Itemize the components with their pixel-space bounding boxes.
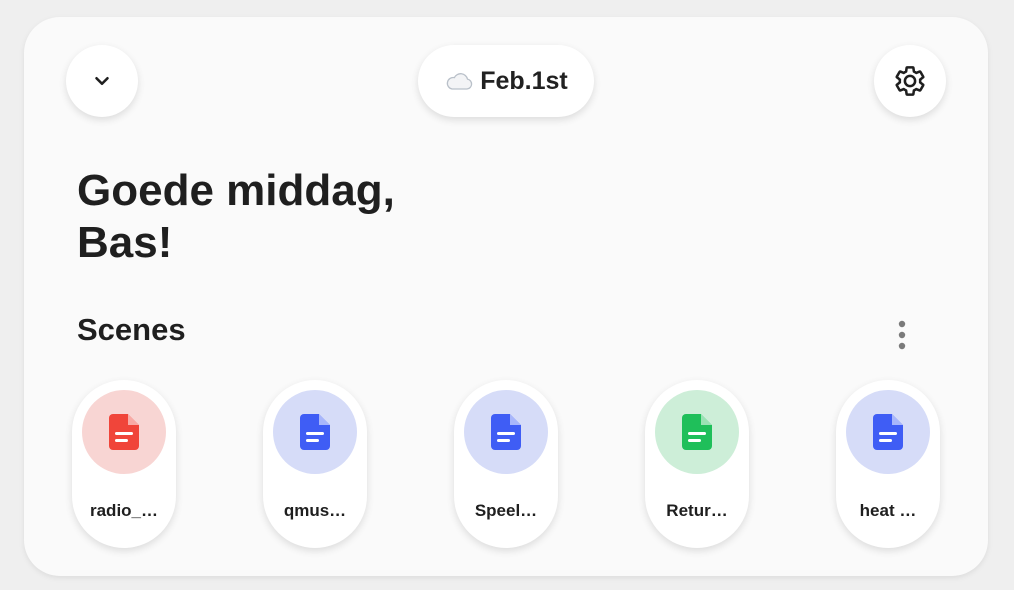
scene-icon-circle: [846, 390, 930, 474]
file-document-icon: [491, 414, 521, 450]
scenes-more-button[interactable]: [886, 315, 918, 355]
scene-label: heat …: [859, 501, 917, 520]
scene-item-3[interactable]: Retur…: [645, 380, 749, 548]
scene-label: qmus…: [283, 501, 347, 520]
more-vertical-icon: [898, 320, 906, 350]
scene-item-4[interactable]: heat …: [836, 380, 940, 548]
scene-icon-circle: [655, 390, 739, 474]
scene-label: Retur…: [666, 501, 728, 520]
scene-item-1[interactable]: qmus…: [263, 380, 367, 548]
scene-label: radio_…: [89, 501, 159, 520]
scenes-section-title: Scenes: [77, 312, 186, 347]
scene-icon-circle: [464, 390, 548, 474]
scene-item-2[interactable]: Speel…: [454, 380, 558, 548]
scene-icon-circle: [273, 390, 357, 474]
file-document-icon: [109, 414, 139, 450]
scene-icon-circle: [82, 390, 166, 474]
collapse-button[interactable]: [66, 45, 138, 117]
file-document-icon: [873, 414, 903, 450]
greeting-heading: Goede middag, Bas!: [77, 165, 395, 269]
greeting-line-2: Bas!: [77, 218, 173, 267]
file-document-icon: [300, 414, 330, 450]
scene-item-0[interactable]: radio_…: [72, 380, 176, 548]
date-label: Feb.1st: [480, 66, 568, 95]
settings-button[interactable]: [874, 45, 946, 117]
chevron-down-icon: [95, 76, 109, 86]
scene-label: Speel…: [474, 501, 538, 520]
dashboard-card: Feb.1st Goede middag, Bas! Scenes radio_…: [24, 17, 988, 576]
cloud-icon: [446, 73, 473, 90]
greeting-line-1: Goede middag,: [77, 166, 395, 215]
scenes-list: radio_… qmus… Speel… Retur… heat …: [72, 380, 940, 548]
gear-icon: [895, 66, 925, 96]
date-weather-pill[interactable]: Feb.1st: [418, 45, 594, 117]
file-document-icon: [682, 414, 712, 450]
